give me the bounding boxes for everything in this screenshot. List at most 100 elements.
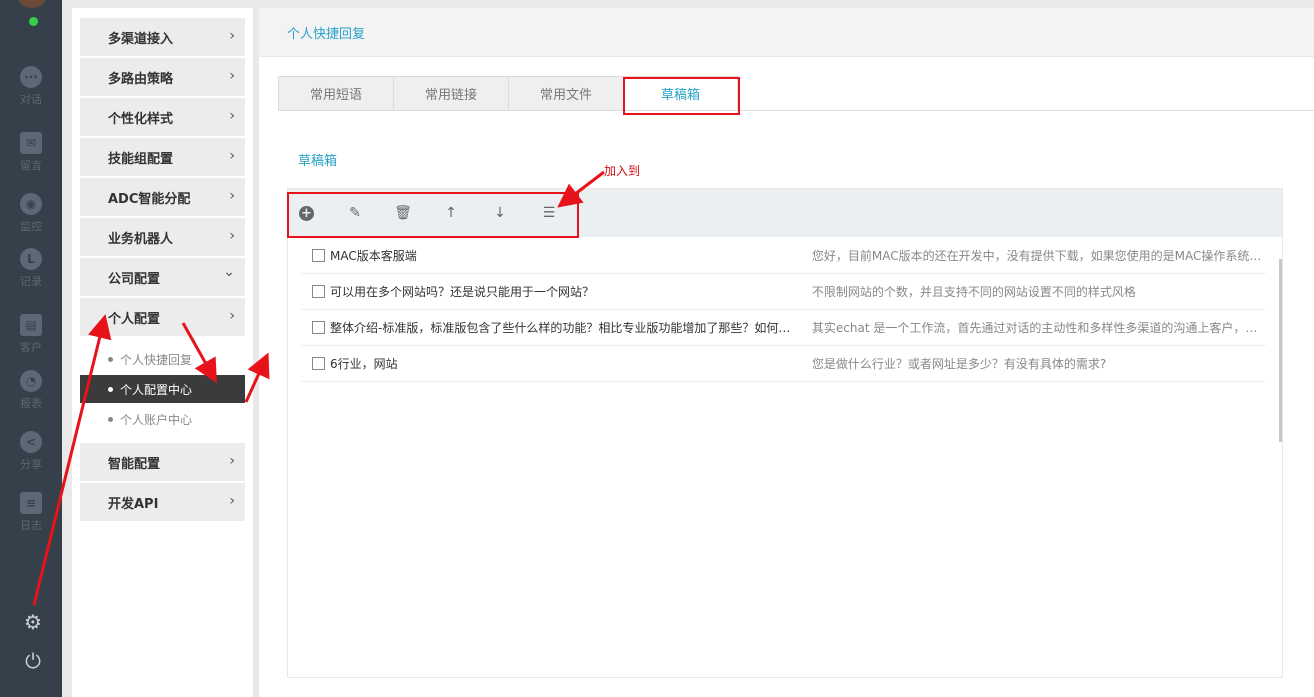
rail-label: 记录 xyxy=(20,275,42,288)
menu-item-smart-config[interactable]: 智能配置 › xyxy=(80,443,245,481)
move-up-icon[interactable]: ↑ xyxy=(441,203,461,223)
rail-item-logs[interactable]: ≡ 日志 xyxy=(0,492,62,542)
rail-item-chat[interactable]: ··· 对话 xyxy=(0,66,62,116)
drafts-list-panel: + ✎ 🗑 ↑ ↓ ☰ MAC版本客服端 您好，目前MAC版本的还在开发中，没有… xyxy=(287,188,1283,678)
annotation-label: 加入到 xyxy=(604,164,641,178)
bullet-dot xyxy=(108,356,113,362)
chevron-right-icon: › xyxy=(229,148,235,164)
clipboard-icon: ≡ xyxy=(20,492,42,514)
row-answer: 您是做什么行业？或者网址是多少？有没有具体的需求? xyxy=(811,357,1107,371)
menu-item-company[interactable]: 公司配置 ⌄ xyxy=(80,258,245,296)
online-status-dot xyxy=(29,17,38,26)
rail-label: 报表 xyxy=(20,397,42,410)
eye-icon: ◉ xyxy=(20,193,42,215)
rail-item-share[interactable]: < 分享 xyxy=(0,431,62,481)
tab-bar: 常用短语 常用链接 常用文件 草稿箱 xyxy=(278,76,738,111)
row-question: MAC版本客服端 xyxy=(330,249,417,263)
chat-icon: ··· xyxy=(20,66,42,88)
list-toolbar: + ✎ 🗑 ↑ ↓ ☰ xyxy=(288,189,1282,237)
menu-item-label: 开发API xyxy=(108,496,159,512)
menu-item-robot[interactable]: 业务机器人 › xyxy=(80,218,245,256)
row-answer: 不限制网站的个数，并且支持不同的网站设置不同的样式风格 xyxy=(811,285,1136,299)
menu-item-label: ADC智能分配 xyxy=(108,191,191,207)
tab-common-files[interactable]: 常用文件 xyxy=(508,76,623,111)
table-row[interactable]: 整体介绍-标准版，标准版包含了些什么样的功能？相比专业版功能增加了那些？如何做.… xyxy=(301,310,1266,346)
section-title: 草稿箱 xyxy=(298,154,338,169)
scrollbar[interactable] xyxy=(1279,259,1282,442)
rail-item-monitor[interactable]: ◉ 监控 xyxy=(0,193,62,243)
rail-label: 留言 xyxy=(20,159,42,172)
submenu-label: 个人配置中心 xyxy=(120,382,193,397)
table-row[interactable]: 可以用在多个网站吗？还是说只能用于一个网站？ 不限制网站的个数，并且支持不同的网… xyxy=(301,274,1266,310)
tab-common-links[interactable]: 常用链接 xyxy=(393,76,508,111)
pie-chart-icon: ◔ xyxy=(20,370,42,392)
rail-item-customers[interactable]: ▤ 客户 xyxy=(0,314,62,364)
chevron-right-icon: › xyxy=(229,308,235,324)
chevron-right-icon: › xyxy=(229,108,235,124)
rail-label: 客户 xyxy=(20,341,42,354)
rail-label: 对话 xyxy=(20,93,42,106)
menu-item-routing[interactable]: 多路由策略 › xyxy=(80,58,245,96)
page-title: 个人快捷回复 xyxy=(287,26,366,42)
menu-item-label: 个人配置 xyxy=(108,311,161,327)
chevron-right-icon: › xyxy=(229,228,235,244)
submenu-item-account-center[interactable]: 个人账户中心 xyxy=(80,405,245,433)
menu-item-label: 多路由策略 xyxy=(108,71,174,87)
rail-item-reports[interactable]: ◔ 报表 xyxy=(0,370,62,420)
add-circle-icon[interactable]: + xyxy=(299,206,314,221)
rail-item-records[interactable]: L 记录 xyxy=(0,248,62,298)
row-checkbox[interactable] xyxy=(312,285,325,298)
table-row[interactable]: 6行业，网站 您是做什么行业？或者网址是多少？有没有具体的需求? xyxy=(301,346,1266,382)
menu-item-label: 技能组配置 xyxy=(108,151,174,167)
menu-item-adc[interactable]: ADC智能分配 › xyxy=(80,178,245,216)
row-checkbox[interactable] xyxy=(312,357,325,370)
bullet-dot xyxy=(108,416,113,422)
user-avatar[interactable] xyxy=(16,0,48,8)
menu-item-multichannel[interactable]: 多渠道接入 › xyxy=(80,18,245,56)
chevron-right-icon: › xyxy=(229,68,235,84)
submenu-label: 个人快捷回复 xyxy=(120,352,193,367)
chevron-down-icon: ⌄ xyxy=(223,264,235,280)
contact-card-icon: ▤ xyxy=(20,314,42,336)
bullet-dot xyxy=(108,386,113,392)
power-icon[interactable]: ⏻ xyxy=(22,649,44,673)
settings-gear-icon[interactable]: ⚙ xyxy=(22,610,44,634)
menu-item-label: 业务机器人 xyxy=(108,231,174,247)
menu-item-label: 公司配置 xyxy=(108,271,161,287)
move-down-icon[interactable]: ↓ xyxy=(490,203,510,223)
rail-item-message[interactable]: ✉ 留言 xyxy=(0,132,62,182)
menu-item-personal[interactable]: 个人配置 › xyxy=(80,298,245,336)
left-nav-rail: ··· 对话 ✉ 留言 ◉ 监控 L 记录 ▤ 客户 ◔ 报表 < 分享 ≡ 日… xyxy=(0,0,62,697)
main-content: 常用短语 常用链接 常用文件 草稿箱 草稿箱 + ✎ 🗑 ↑ ↓ ☰ MAC版本… xyxy=(259,57,1314,697)
row-question: 6行业，网站 xyxy=(330,357,398,371)
menu-item-label: 个性化样式 xyxy=(108,111,174,127)
row-question: 整体介绍-标准版，标准版包含了些什么样的功能？相比专业版功能增加了那些？如何做.… xyxy=(330,321,798,335)
rail-label: 分享 xyxy=(20,458,42,471)
menu-item-label: 智能配置 xyxy=(108,456,161,472)
row-answer: 其实echat 是一个工作流，首先通过对话的主动性和多样性多渠道的沟通上客户，然… xyxy=(811,321,1266,335)
menu-item-dev-api[interactable]: 开发API › xyxy=(80,483,245,521)
list-add-to-icon[interactable]: ☰ xyxy=(539,203,559,223)
trash-icon[interactable]: 🗑 xyxy=(393,203,413,223)
submenu-item-quick-reply[interactable]: 个人快捷回复 xyxy=(80,345,245,373)
share-icon: < xyxy=(20,431,42,453)
tab-drafts[interactable]: 草稿箱 xyxy=(623,76,738,111)
menu-item-label: 多渠道接入 xyxy=(108,31,174,47)
page-header: 个人快捷回复 xyxy=(259,8,1314,56)
submenu-item-personal-center[interactable]: 个人配置中心 xyxy=(80,375,245,403)
submenu-label: 个人账户中心 xyxy=(120,412,193,427)
chevron-right-icon: › xyxy=(229,188,235,204)
row-checkbox[interactable] xyxy=(312,321,325,334)
row-answer: 您好，目前MAC版本的还在开发中，没有提供下载，如果您使用的是MAC操作系统的.… xyxy=(811,249,1266,263)
edit-icon[interactable]: ✎ xyxy=(345,203,365,223)
chevron-right-icon: › xyxy=(229,493,235,509)
menu-item-style[interactable]: 个性化样式 › xyxy=(80,98,245,136)
row-question: 可以用在多个网站吗？还是说只能用于一个网站？ xyxy=(330,285,595,299)
tab-common-phrases[interactable]: 常用短语 xyxy=(278,76,393,111)
rail-label: 日志 xyxy=(20,519,42,532)
mail-icon: ✉ xyxy=(20,132,42,154)
chevron-right-icon: › xyxy=(229,453,235,469)
menu-item-skill-group[interactable]: 技能组配置 › xyxy=(80,138,245,176)
row-checkbox[interactable] xyxy=(312,249,325,262)
table-row[interactable]: MAC版本客服端 您好，目前MAC版本的还在开发中，没有提供下载，如果您使用的是… xyxy=(301,238,1266,274)
